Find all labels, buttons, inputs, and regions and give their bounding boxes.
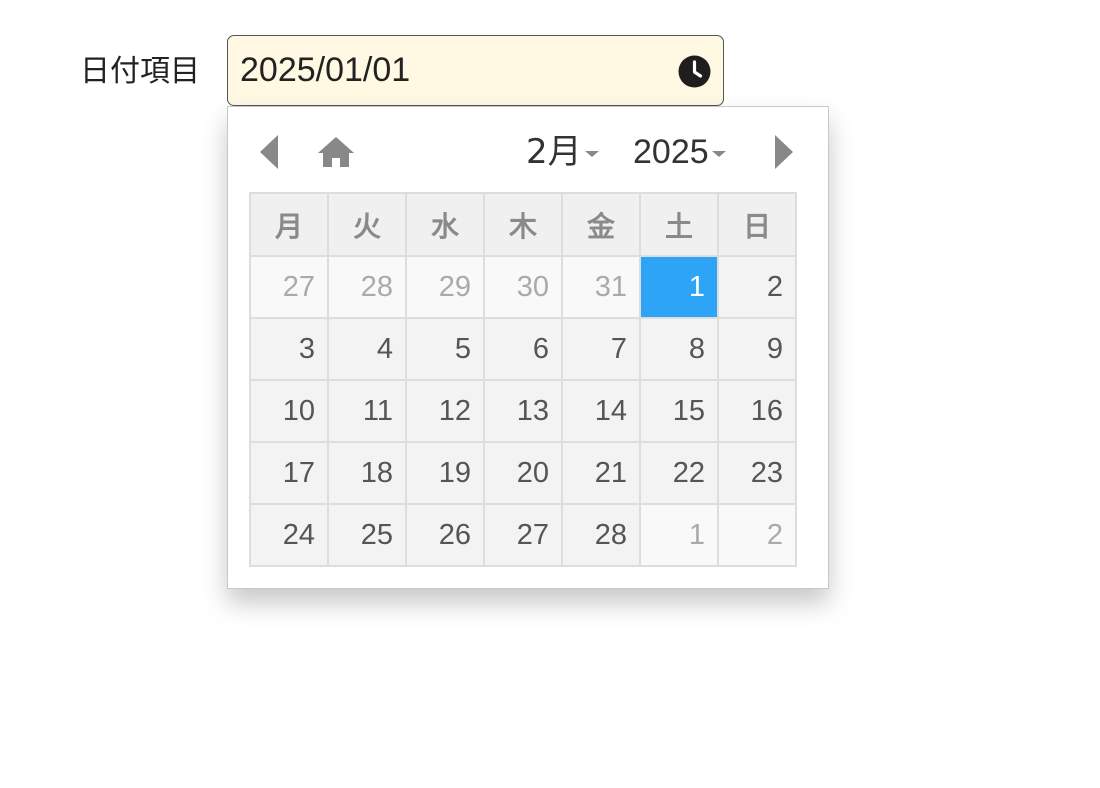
- day-cell[interactable]: 28: [561, 503, 641, 567]
- day-cell[interactable]: 19: [405, 441, 485, 505]
- day-cell[interactable]: 6: [483, 317, 563, 381]
- month-select[interactable]: 2月: [526, 129, 599, 175]
- week-row: 17 18 19 20 21 22 23: [249, 441, 797, 505]
- day-cell[interactable]: 12: [405, 379, 485, 443]
- day-cell[interactable]: 30: [483, 255, 563, 319]
- weekday-header: 日: [717, 192, 797, 257]
- week-row: 27 28 29 30 31 1 2: [249, 255, 797, 319]
- home-icon[interactable]: [316, 135, 356, 169]
- chevron-left-icon[interactable]: [258, 134, 280, 170]
- weekday-header: 金: [561, 192, 641, 257]
- day-cell[interactable]: 27: [483, 503, 563, 567]
- day-cell[interactable]: 13: [483, 379, 563, 443]
- day-cell[interactable]: 4: [327, 317, 407, 381]
- chevron-down-icon: [711, 151, 726, 158]
- year-label: 2025: [633, 133, 709, 171]
- day-cell[interactable]: 2: [717, 255, 797, 319]
- day-cell[interactable]: 27: [249, 255, 329, 319]
- day-cell[interactable]: 3: [249, 317, 329, 381]
- day-cell[interactable]: 15: [639, 379, 719, 443]
- month-label: 2月: [526, 132, 582, 172]
- date-input[interactable]: 2025/01/01: [227, 35, 724, 106]
- day-cell[interactable]: 31: [561, 255, 641, 319]
- day-cell[interactable]: 24: [249, 503, 329, 567]
- day-cell[interactable]: 14: [561, 379, 641, 443]
- day-cell[interactable]: 23: [717, 441, 797, 505]
- day-cell[interactable]: 9: [717, 317, 797, 381]
- weekday-header-row: 月 火 水 木 金 土 日: [249, 192, 797, 257]
- day-cell[interactable]: 26: [405, 503, 485, 567]
- day-cell[interactable]: 25: [327, 503, 407, 567]
- day-cell[interactable]: 29: [405, 255, 485, 319]
- clock-icon[interactable]: [678, 55, 711, 88]
- day-cell[interactable]: 11: [327, 379, 407, 443]
- day-cell[interactable]: 1: [639, 503, 719, 567]
- weekday-header: 月: [249, 192, 329, 257]
- weekday-header: 火: [327, 192, 407, 257]
- date-picker-popup: 2月 2025 月 火 水 木 金 土 日 27 28 29 30 31 1 2…: [227, 106, 829, 589]
- day-cell[interactable]: 21: [561, 441, 641, 505]
- day-cell[interactable]: 17: [249, 441, 329, 505]
- week-row: 10 11 12 13 14 15 16: [249, 379, 797, 443]
- day-cell[interactable]: 22: [639, 441, 719, 505]
- chevron-down-icon: [584, 150, 599, 157]
- day-cell[interactable]: 18: [327, 441, 407, 505]
- date-field-label: 日付項目: [80, 54, 200, 89]
- weekday-header: 木: [483, 192, 563, 257]
- day-cell[interactable]: 8: [639, 317, 719, 381]
- day-cell[interactable]: 10: [249, 379, 329, 443]
- date-input-value[interactable]: 2025/01/01: [240, 50, 410, 90]
- day-cell[interactable]: 2: [717, 503, 797, 567]
- calendar-grid: 月 火 水 木 金 土 日 27 28 29 30 31 1 2 3 4 5 6…: [249, 192, 797, 567]
- week-row: 3 4 5 6 7 8 9: [249, 317, 797, 381]
- weekday-header: 土: [639, 192, 719, 257]
- day-cell[interactable]: 20: [483, 441, 563, 505]
- day-cell-selected[interactable]: 1: [639, 255, 719, 319]
- chevron-right-icon[interactable]: [773, 134, 795, 170]
- day-cell[interactable]: 5: [405, 317, 485, 381]
- weekday-header: 水: [405, 192, 485, 257]
- year-select[interactable]: 2025: [633, 129, 726, 175]
- day-cell[interactable]: 7: [561, 317, 641, 381]
- day-cell[interactable]: 16: [717, 379, 797, 443]
- week-row: 24 25 26 27 28 1 2: [249, 503, 797, 567]
- day-cell[interactable]: 28: [327, 255, 407, 319]
